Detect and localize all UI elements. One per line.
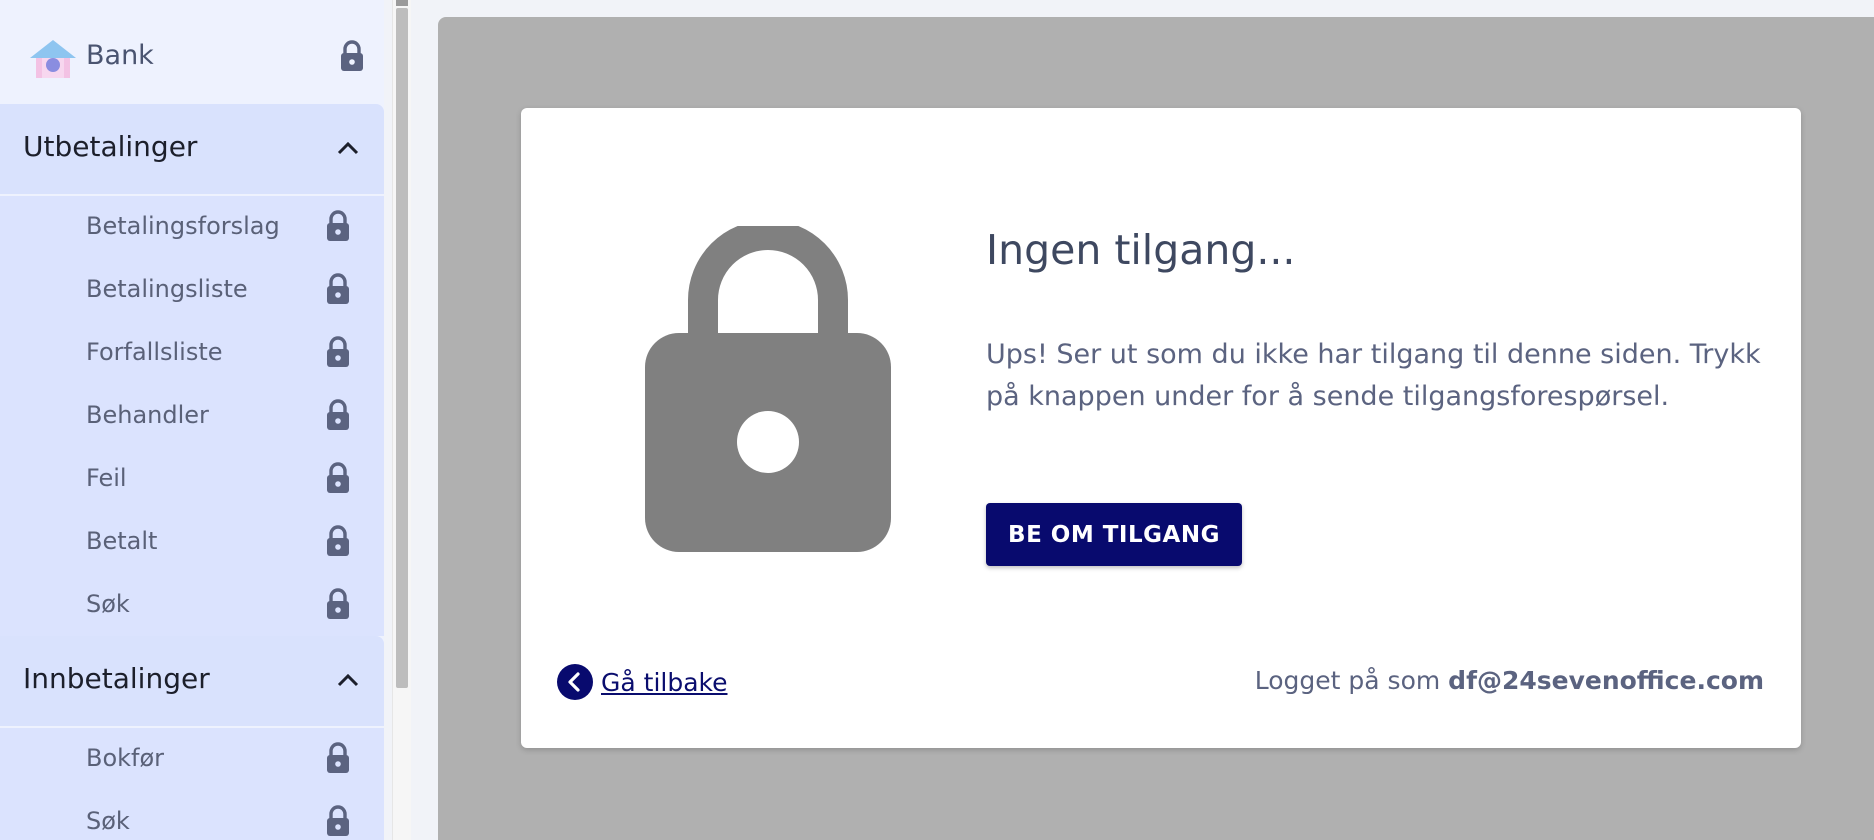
back-link-label[interactable]: Gå tilbake <box>601 668 728 697</box>
section-label: Innbetalinger <box>23 662 210 695</box>
chevron-up-icon[interactable] <box>335 670 361 690</box>
sidebar-item-label: Betalt <box>86 527 158 555</box>
sidebar-item-label: Søk <box>86 590 130 618</box>
error-message: Ups! Ser ut som du ikke har tilgang til … <box>986 339 1761 412</box>
login-prefix: Logget på som <box>1254 666 1441 695</box>
lock-icon <box>327 336 349 367</box>
sidebar: Bank Utbetalinger Betalingsforslag Betal… <box>0 0 384 840</box>
lock-icon <box>645 226 891 552</box>
app-title: Bank <box>86 40 154 71</box>
lock-icon <box>327 462 349 493</box>
chevron-up-icon[interactable] <box>335 138 361 158</box>
lock-icon <box>327 273 349 304</box>
sidebar-item-feil[interactable]: Feil <box>0 448 384 511</box>
lock-icon <box>327 525 349 556</box>
lock-icon <box>327 210 349 241</box>
logged-in-info: Logget på som df@24sevenoffice.com <box>1255 666 1764 695</box>
scrollbar-thumb[interactable] <box>396 8 408 688</box>
sidebar-item-betalt[interactable]: Betalt <box>0 511 384 574</box>
sidebar-item-betalingsforslag[interactable]: Betalingsforslag <box>0 196 384 259</box>
request-access-button[interactable]: BE OM TILGANG <box>986 503 1242 566</box>
section-utbetalinger[interactable]: Utbetalinger <box>0 104 384 194</box>
sidebar-item-label: Forfallsliste <box>86 338 223 366</box>
section-items: Bokfør Søk <box>0 728 384 840</box>
section-label: Utbetalinger <box>23 130 198 163</box>
bank-logo-icon <box>30 40 76 78</box>
sidebar-item-label: Behandler <box>86 401 209 429</box>
sidebar-item-bokfor[interactable]: Bokfør <box>0 728 384 791</box>
user-email: df@24sevenoffice.com <box>1448 666 1764 695</box>
lock-icon <box>341 40 363 71</box>
no-access-dialog: Ingen tilgang... Ups! Ser ut som du ikke… <box>521 108 1801 748</box>
scroll-up-arrow[interactable] <box>396 0 408 6</box>
chevron-left-circle-icon <box>557 664 593 700</box>
sidebar-item-sok[interactable]: Søk <box>0 791 384 840</box>
section-items: Betalingsforslag Betalingsliste Forfalls… <box>0 196 384 636</box>
sidebar-item-betalingsliste[interactable]: Betalingsliste <box>0 259 384 322</box>
section-innbetalinger[interactable]: Innbetalinger <box>0 636 384 726</box>
sidebar-item-forfallsliste[interactable]: Forfallsliste <box>0 322 384 385</box>
sidebar-item-behandler[interactable]: Behandler <box>0 385 384 448</box>
lock-icon <box>327 588 349 619</box>
sidebar-header: Bank <box>0 0 384 104</box>
sidebar-item-label: Betalingsliste <box>86 275 248 303</box>
sidebar-item-sok[interactable]: Søk <box>0 574 384 637</box>
sidebar-item-label: Søk <box>86 807 130 835</box>
sidebar-item-label: Betalingsforslag <box>86 212 280 240</box>
page-title: Ingen tilgang... <box>986 226 1296 274</box>
sidebar-item-label: Bokfør <box>86 744 165 772</box>
lock-icon <box>327 399 349 430</box>
lock-icon <box>327 805 349 836</box>
sidebar-item-label: Feil <box>86 464 127 492</box>
lock-icon <box>327 742 349 773</box>
